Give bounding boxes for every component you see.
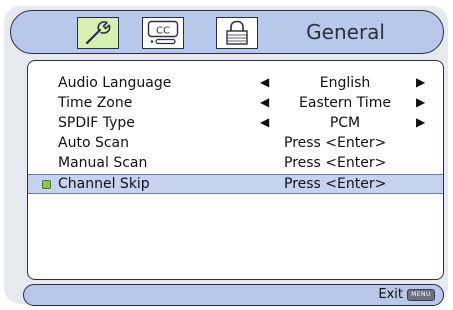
menu-item-channel-skip[interactable]: Channel Skip Press <Enter> [28,174,443,194]
menu-item-value: PCM [329,115,361,131]
closed-caption-icon: CC [147,20,179,45]
settings-menu: Audio Language ◀ English ▶ Time Zone ◀ E… [27,60,444,280]
arrow-right-icon[interactable]: ▶ [416,115,425,129]
menu-item-label: SPDIF Type [58,115,135,131]
menu-item-value: Press <Enter> [284,155,387,171]
menu-item-value: Press <Enter> [284,135,387,151]
menu-item-audio-language[interactable]: Audio Language ◀ English ▶ [28,74,443,94]
arrow-right-icon[interactable]: ▶ [416,75,425,89]
menu-item-auto-scan[interactable]: Auto Scan Press <Enter> [28,134,443,154]
menu-footer: Exit MENU [23,284,444,306]
menu-item-label: Channel Skip [58,176,150,192]
lock-icon [226,20,248,45]
menu-item-label: Time Zone [58,95,133,111]
menu-item-value: English [319,75,371,91]
menu-item-label: Audio Language [58,75,172,91]
wrench-icon [85,21,111,45]
tab-closed-caption[interactable]: CC [142,17,184,49]
selection-indicator-icon [42,180,51,189]
exit-label[interactable]: Exit [378,287,403,302]
menu-item-spdif-type[interactable]: SPDIF Type ◀ PCM ▶ [28,114,443,134]
arrow-right-icon[interactable]: ▶ [416,95,425,109]
menu-item-value: Press <Enter> [284,176,387,192]
menu-item-value: Eastern Time [299,95,391,111]
osd-screen: CC General Audio Language ◀ English ▶ Ti… [0,0,453,310]
tab-setup[interactable] [77,17,119,49]
arrow-left-icon[interactable]: ◀ [260,115,269,129]
menu-item-time-zone[interactable]: Time Zone ◀ Eastern Time ▶ [28,94,443,114]
arrow-left-icon[interactable]: ◀ [260,95,269,109]
menu-item-manual-scan[interactable]: Manual Scan Press <Enter> [28,154,443,174]
menu-header: CC General [10,10,444,54]
page-title: General [306,20,385,44]
menu-item-label: Manual Scan [58,155,148,171]
menu-key-icon[interactable]: MENU [407,289,435,301]
tab-lock[interactable] [216,17,258,49]
arrow-left-icon[interactable]: ◀ [260,75,269,89]
menu-item-label: Auto Scan [58,135,129,151]
cc-icon-text: CC [156,26,170,37]
